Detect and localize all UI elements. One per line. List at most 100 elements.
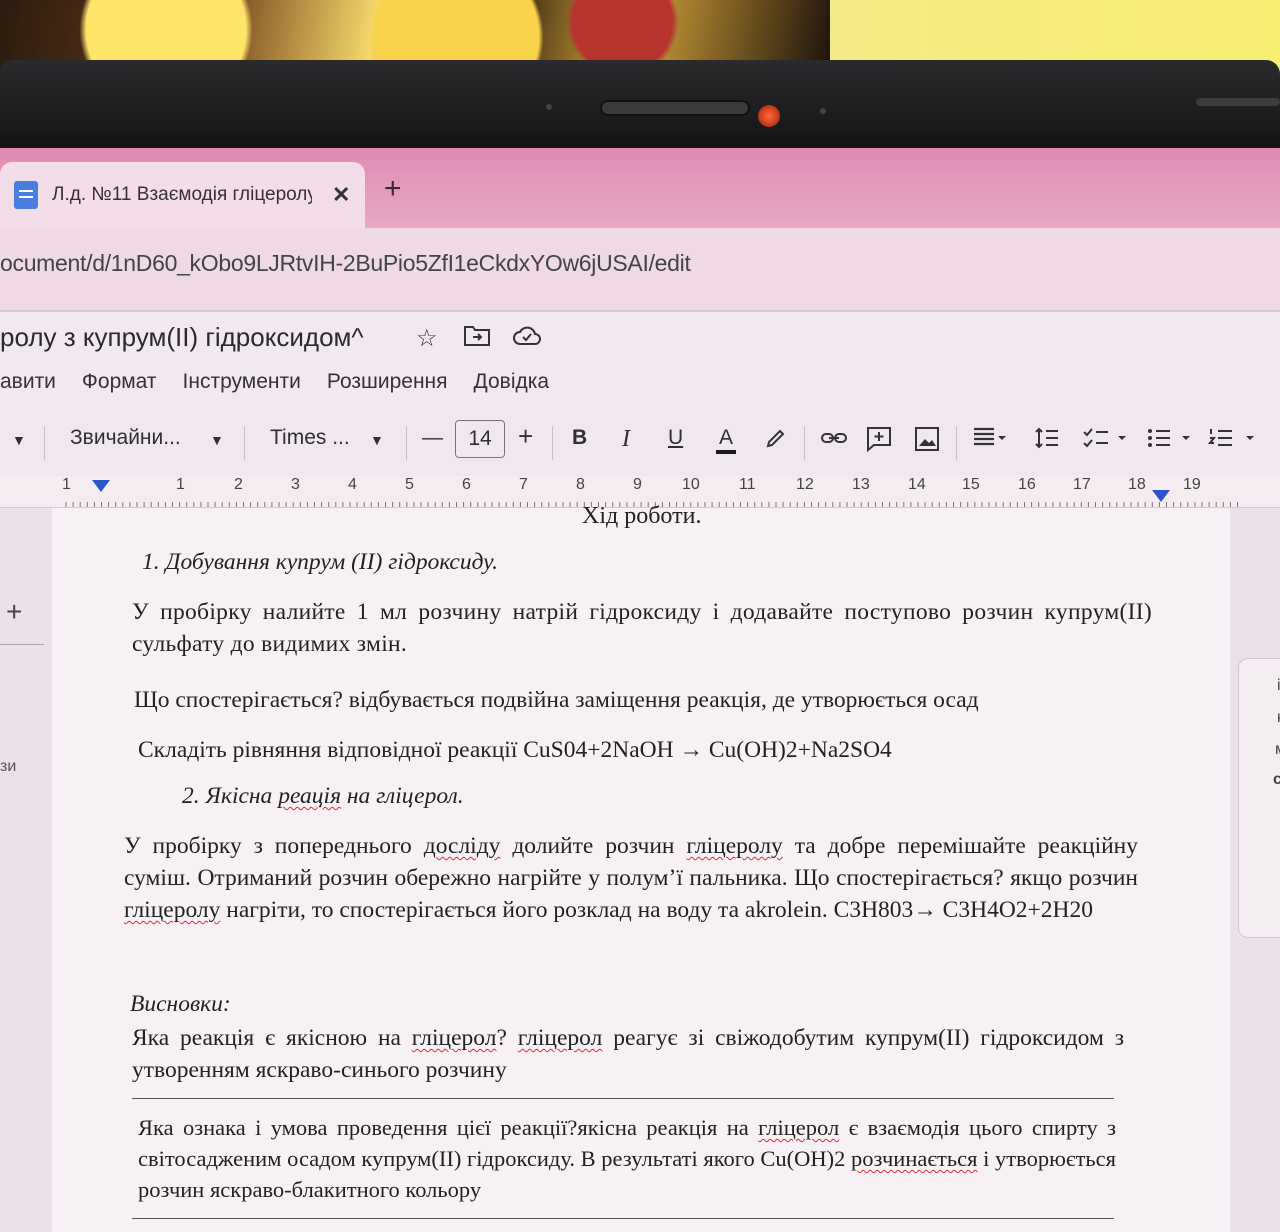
misspelled-word[interactable]: досліду [424,833,501,859]
ruler-number: 1 [62,476,71,493]
section-1-paragraph: У пробірку налийте 1 мл розчину натрій г… [132,599,1152,657]
chevron-down-icon[interactable]: ▼ [370,432,384,448]
paragraph-text: Яка реакція є якісною на [132,1025,412,1051]
line-spacing-icon[interactable] [1034,426,1060,456]
ruler-number: 15 [962,476,980,493]
decrease-font-size-button[interactable]: — [422,426,443,450]
ruler-number: 5 [405,476,414,493]
zoom-dropdown-arrow-icon[interactable]: ▼ [12,432,26,448]
increase-font-size-button[interactable]: + [518,421,533,452]
google-docs-icon [14,181,38,209]
ruler-number: 8 [576,476,585,493]
italic-button[interactable]: I [622,426,630,453]
webcam-sensor-dot [820,108,826,114]
conclusions-label: Висновки: [130,991,231,1017]
paragraph-text: ? [496,1025,518,1051]
ruler-number: 4 [348,476,357,493]
sidebar-text: зи [0,758,17,775]
document-canvas: + зи Хід роботи. 1. Добування купрум (ІІ… [0,503,1280,1232]
toolbar-divider [406,426,407,460]
menu-item-extensions[interactable]: Розширення [327,370,448,394]
right-indent-marker[interactable] [1152,490,1170,502]
insert-image-icon[interactable] [914,426,940,458]
toolbar-divider [44,426,45,460]
text-color-button[interactable]: A [716,426,737,454]
highlight-pen-icon[interactable] [764,426,788,456]
ruler-number: 12 [796,476,814,493]
document-heading: Хід роботи. [582,503,702,529]
toolbar-divider [244,426,245,460]
add-tab-button[interactable]: + [6,596,22,628]
section-2-title-text: на гліцерол. [341,783,464,809]
paragraph-text: Яка ознака і умова проведення цієї реакц… [138,1115,759,1140]
font-family-dropdown[interactable]: Times ... [270,426,350,450]
misspelled-word[interactable]: гліцерол [758,1115,839,1140]
move-to-folder-icon[interactable] [464,324,490,353]
conclusion-paragraph-2: Яка ознака і умова проведення цієї реакц… [138,1112,1116,1205]
bold-button[interactable]: B [572,426,587,450]
numbered-list-icon[interactable] [1207,426,1258,456]
misspelled-word[interactable]: гліцерол [518,1025,603,1051]
underline-button[interactable]: U [668,426,683,450]
menu-item-tools[interactable]: Інструменти [183,370,301,394]
ruler-number: 9 [633,476,642,493]
align-justify-icon[interactable] [972,426,1008,456]
docs-header: ролу з купрум(II) гідроксидом^ ☆ авити Ф… [0,312,1280,412]
misspelled-word[interactable]: розчинається [851,1146,977,1171]
misspelled-word[interactable]: реація [278,783,341,809]
section-2-paragraph: У пробірку з попереднього досліду долийт… [124,830,1138,926]
ruler-number: 17 [1073,476,1091,493]
formatting-toolbar: ▼ Звичайни... ▼ Times ... ▼ — 14 + B I U… [0,412,1280,476]
url-text[interactable]: ocument/d/1nD60_kObo9LJRtvIH-2BuPio5ZfI1… [0,250,691,277]
chevron-down-icon[interactable]: ▼ [210,432,224,448]
ruler-number: 1 [176,476,185,493]
side-panel-letter: с [1273,771,1280,788]
ruler-number: 19 [1183,476,1201,493]
section-2-title-text: Якісна [205,783,279,809]
add-comment-icon[interactable] [866,426,892,458]
checklist-icon[interactable] [1082,426,1128,456]
menu-item-format[interactable]: Формат [82,370,157,394]
address-bar[interactable]: ocument/d/1nD60_kObo9LJRtvIH-2BuPio5ZfI1… [0,228,1280,312]
ruler-number: 3 [291,476,300,493]
section-2-title: 2. Якісна реація на гліцерол. [182,780,464,812]
browser-tab[interactable]: Л.д. №11 Взаємодія гліцеролу ✕ [0,162,365,228]
misspelled-word[interactable]: гліцеролу [686,833,782,859]
menu-item-edit[interactable]: авити [0,370,56,394]
ruler-number: 13 [852,476,870,493]
paragraph-style-dropdown[interactable]: Звичайни... [70,426,181,450]
webcam-sensor-dot [546,104,552,110]
ruler-number: 11 [739,476,756,493]
ruler-number: 18 [1128,476,1146,493]
tab-title: Л.д. №11 Взаємодія гліцеролу [52,184,312,205]
document-title[interactable]: ролу з купрум(II) гідроксидом^ [0,322,364,353]
cloud-saved-icon[interactable] [512,324,542,353]
bulleted-list-icon[interactable] [1146,426,1192,456]
laptop-screen: Л.д. №11 Взаємодія гліцеролу ✕ + ocument… [0,148,1280,1232]
webcam-indicator-light [758,105,780,127]
paragraph-text: долийте розчин [500,833,687,859]
menu-item-help[interactable]: Довідка [474,370,550,394]
paragraph-text: У пробірку з попереднього [124,833,424,859]
webcam-shutter [600,100,750,116]
browser-tab-bar: Л.д. №11 Взаємодія гліцеролу ✕ + [0,148,1280,228]
star-icon[interactable]: ☆ [416,324,438,353]
misspelled-word[interactable]: гліцерол [412,1025,497,1051]
font-size-input[interactable]: 14 [455,420,505,458]
section-1-title: 1. Добування купрум (ІІ) гідроксиду. [142,549,499,575]
right-side-panel[interactable]: і к м с [1238,658,1280,938]
toolbar-divider [956,426,957,460]
left-indent-marker[interactable] [92,480,110,492]
close-tab-icon[interactable]: ✕ [332,182,350,208]
ruler-number: 2 [234,476,243,493]
misspelled-word[interactable]: гліцеролу [124,897,220,923]
insert-link-icon[interactable] [820,426,848,456]
answer-line [132,1218,1114,1219]
ruler-number: 10 [682,476,700,493]
ruler-number: 6 [462,476,471,493]
question-observation: Що спостерігається? відбувається подвійн… [134,687,979,713]
document-page[interactable]: Хід роботи. 1. Добування купрум (ІІ) гід… [52,503,1230,1232]
ruler-number: 14 [908,476,926,493]
conclusion-paragraph-1: Яка реакція є якісною на гліцерол? гліце… [132,1022,1124,1086]
new-tab-button[interactable]: + [384,172,402,206]
